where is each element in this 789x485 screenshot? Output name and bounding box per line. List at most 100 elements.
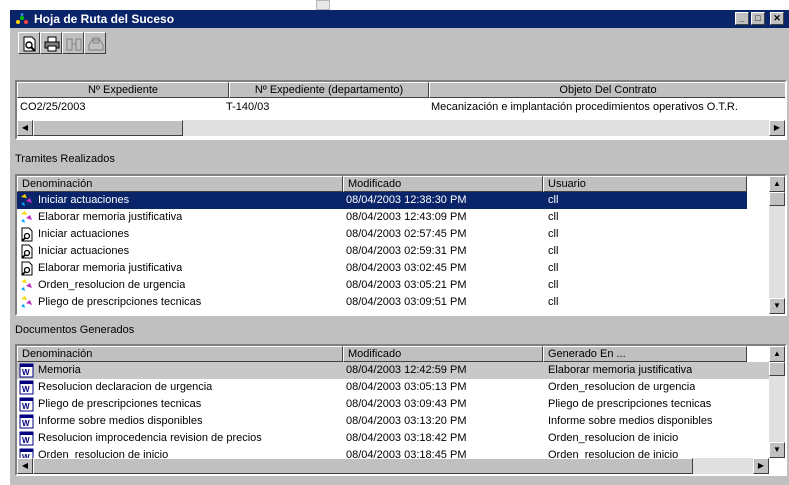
tramite-name: Iniciar actuaciones (38, 245, 130, 257)
document-search-icon (21, 227, 33, 242)
tramites-vscrollbar[interactable]: ▲ ▼ (769, 176, 785, 314)
expediente-row[interactable]: CO2/25/2003 T-140/03 Mecanización e impl… (17, 99, 785, 116)
tramite-row[interactable]: Elaborar memoria justificativa 08/04/200… (17, 209, 747, 226)
tramite-modified: 08/04/2003 03:09:51 PM (346, 296, 467, 308)
documentos-vscrollbar[interactable]: ▲ ▼ (769, 346, 785, 458)
documento-row[interactable]: W Resolucion declaracion de urgencia 08/… (17, 379, 769, 396)
tramite-modified: 08/04/2003 03:02:45 PM (346, 262, 467, 274)
expediente-number: CO2/25/2003 (20, 101, 86, 113)
scroll-thumb[interactable] (33, 458, 693, 474)
tramite-row[interactable]: Iniciar actuaciones 08/04/2003 02:57:45 … (17, 226, 747, 243)
scroll-thumb[interactable] (769, 362, 785, 376)
scroll-down-button[interactable]: ▼ (769, 442, 785, 458)
document-search-icon (21, 244, 33, 259)
workflow-icon (21, 279, 32, 291)
tramite-row[interactable]: Iniciar actuaciones 08/04/2003 12:38:30 … (17, 192, 747, 209)
tramite-name: Elaborar memoria justificativa (38, 211, 183, 223)
tramite-user: cll (548, 211, 559, 223)
documento-row[interactable]: W Informe sobre medios disponibles 08/04… (17, 413, 769, 430)
scroll-thumb[interactable] (769, 192, 785, 206)
tramites-label: Tramites Realizados (15, 153, 115, 165)
svg-text:W: W (22, 385, 30, 394)
document-search-icon (21, 261, 33, 276)
documento-generated: Pliego de prescripciones tecnicas (548, 398, 712, 410)
split-button[interactable] (62, 32, 84, 54)
svg-text:W: W (22, 402, 30, 411)
print-icon (44, 36, 60, 52)
scroll-thumb[interactable] (33, 120, 183, 136)
close-button[interactable]: ✕ (770, 12, 784, 25)
hoja-de-ruta-window: Hoja de Ruta del Suceso _ □ ✕ Nº Expedie… (10, 10, 789, 485)
documento-name: Pliego de prescripciones tecnicas (38, 398, 202, 410)
header-usuario[interactable]: Usuario (543, 176, 747, 192)
tramite-name: Pliego de prescripciones tecnicas (38, 296, 202, 308)
minimize-button[interactable]: _ (735, 12, 749, 25)
header-expediente[interactable]: Nº Expediente (17, 82, 229, 98)
maximize-button[interactable]: □ (751, 12, 765, 25)
scroll-down-button[interactable]: ▼ (769, 298, 785, 314)
documento-name: Informe sobre medios disponibles (38, 415, 203, 427)
tramite-modified: 08/04/2003 02:57:45 PM (346, 228, 467, 240)
tramite-row[interactable]: Elaborar memoria justificativa 08/04/200… (17, 260, 747, 277)
tramite-name: Elaborar memoria justificativa (38, 262, 183, 274)
tramite-modified: 08/04/2003 03:05:21 PM (346, 279, 467, 291)
tramite-row[interactable]: Iniciar actuaciones 08/04/2003 02:59:31 … (17, 243, 747, 260)
tramite-row[interactable]: Orden_resolucion de urgencia 08/04/2003 … (17, 277, 747, 294)
scroll-up-button[interactable]: ▲ (769, 176, 785, 192)
workflow-icon (21, 211, 32, 223)
tramite-user: cll (548, 296, 559, 308)
tramite-name: Orden_resolucion de urgencia (38, 279, 186, 291)
header-denominacion[interactable]: Denominación (17, 176, 343, 192)
tramite-user: cll (548, 279, 559, 291)
svg-text:W: W (22, 368, 30, 377)
tramite-row[interactable]: Pliego de prescripciones tecnicas 08/04/… (17, 294, 747, 311)
background-strip (0, 0, 789, 10)
expediente-hscrollbar[interactable]: ◀ ▶ (17, 120, 785, 136)
tramite-name: Iniciar actuaciones (38, 228, 130, 240)
documentos-grid: Denominación Modificado Generado En ... … (15, 344, 787, 476)
app-icon (16, 13, 28, 24)
scroll-right-button[interactable]: ▶ (769, 120, 785, 136)
documento-modified: 08/04/2003 03:18:42 PM (346, 432, 467, 444)
header-denominacion[interactable]: Denominación (17, 346, 343, 362)
word-document-icon: W (19, 363, 34, 378)
documento-generated: Orden_resolucion de urgencia (548, 381, 696, 393)
word-document-icon: W (19, 397, 34, 412)
tramite-user: cll (548, 194, 559, 206)
window-title: Hoja de Ruta del Suceso (34, 12, 175, 26)
tramite-name: Iniciar actuaciones (38, 194, 130, 206)
tramite-modified: 08/04/2003 02:59:31 PM (346, 245, 467, 257)
header-modificado[interactable]: Modificado (343, 346, 543, 362)
word-document-icon: W (19, 380, 34, 395)
documento-generated: Informe sobre medios disponibles (548, 415, 713, 427)
header-expediente-departamento[interactable]: Nº Expediente (departamento) (229, 82, 429, 98)
objeto-contrato: Mecanización e implantación procedimient… (431, 101, 738, 113)
preview-button[interactable] (18, 32, 40, 54)
scroll-up-button[interactable]: ▲ (769, 346, 785, 362)
documento-generated: Orden_resolucion de inicio (548, 432, 679, 444)
documentos-label: Documentos Generados (15, 324, 135, 336)
svg-text:W: W (22, 436, 30, 445)
documento-modified: 08/04/2003 03:13:20 PM (346, 415, 467, 427)
print-button[interactable] (40, 32, 62, 54)
title-bar[interactable]: Hoja de Ruta del Suceso _ □ ✕ (10, 10, 789, 28)
scroll-left-button[interactable]: ◀ (17, 120, 33, 136)
preview-icon (23, 36, 36, 52)
documento-name: Memoria (38, 364, 81, 376)
word-document-icon: W (19, 414, 34, 429)
documentos-hscrollbar[interactable]: ◀ ▶ (17, 458, 769, 474)
header-modificado[interactable]: Modificado (343, 176, 543, 192)
scroll-right-button[interactable]: ▶ (753, 458, 769, 474)
documento-modified: 08/04/2003 12:42:59 PM (346, 364, 467, 376)
documento-row[interactable]: W Pliego de prescripciones tecnicas 08/0… (17, 396, 769, 413)
documento-row[interactable]: W Resolucion improcedencia revision de p… (17, 430, 769, 447)
header-objeto-contrato[interactable]: Objeto Del Contrato (429, 82, 785, 98)
header-generado-en[interactable]: Generado En ... (543, 346, 747, 362)
documento-row[interactable]: W Memoria 08/04/2003 12:42:59 PM Elabora… (17, 362, 769, 379)
documento-modified: 08/04/2003 03:05:13 PM (346, 381, 467, 393)
expediente-department-number: T-140/03 (226, 101, 270, 113)
documento-generated: Elaborar memoria justificativa (548, 364, 693, 376)
scroll-left-button[interactable]: ◀ (17, 458, 33, 474)
tray-button[interactable] (84, 32, 106, 54)
background-tab (316, 0, 330, 10)
